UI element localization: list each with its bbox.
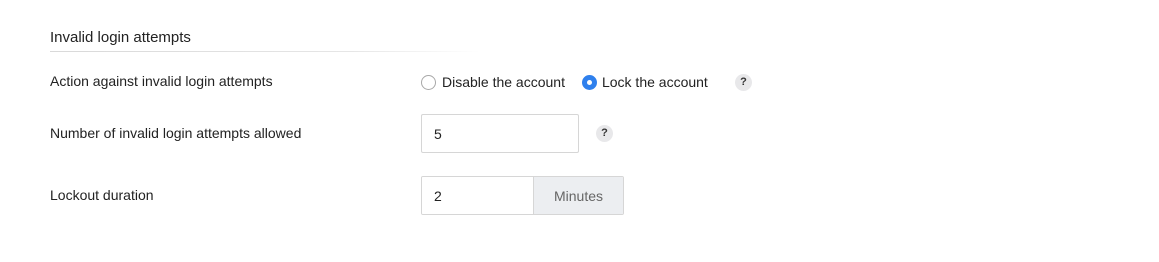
- lockout-duration-unit: Minutes: [533, 177, 623, 214]
- attempts-label: Number of invalid login attempts allowed: [50, 125, 302, 141]
- radio-unchecked-icon[interactable]: [421, 74, 436, 90]
- radio-label-lock-account: Lock the account: [601, 74, 708, 90]
- action-radio-group: Disable the account Lock the account: [421, 72, 708, 92]
- radio-option-lock-account[interactable]: Lock the account: [581, 74, 708, 90]
- radio-checked-icon[interactable]: [581, 74, 597, 90]
- question-mark-icon[interactable]: ?: [596, 125, 613, 142]
- lockout-duration-input[interactable]: [422, 177, 533, 214]
- radio-option-disable-account[interactable]: Disable the account: [421, 74, 565, 90]
- radio-label-disable-account: Disable the account: [442, 74, 565, 90]
- lockout-duration-label: Lockout duration: [50, 187, 154, 203]
- section-divider: [50, 51, 480, 52]
- section-title: Invalid login attempts: [50, 29, 191, 46]
- action-label: Action against invalid login attempts: [50, 73, 273, 89]
- attempts-input[interactable]: [421, 114, 579, 153]
- question-mark-icon[interactable]: ?: [735, 74, 752, 91]
- lockout-duration-group: Minutes: [421, 176, 624, 215]
